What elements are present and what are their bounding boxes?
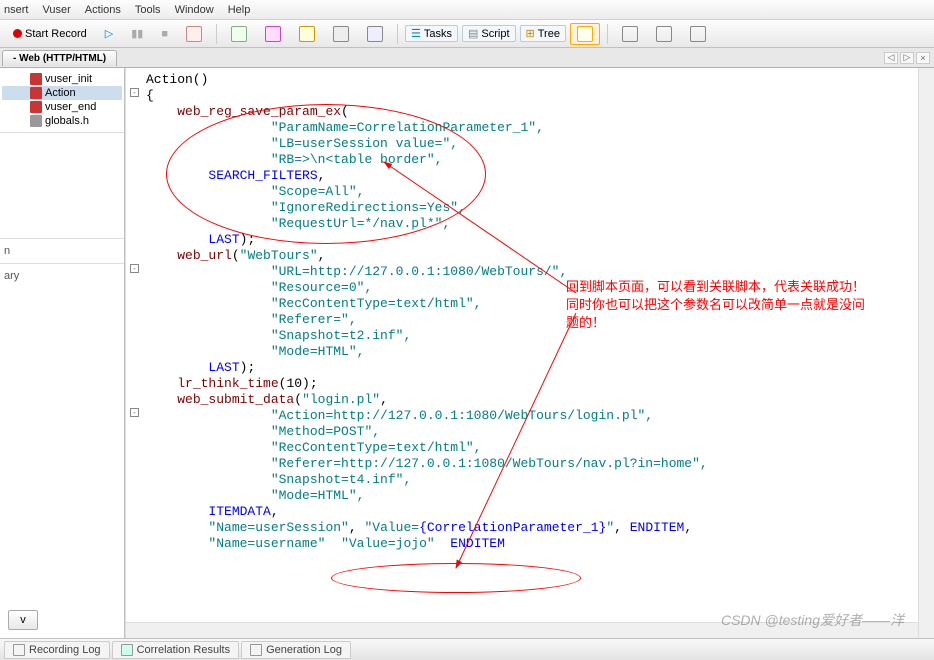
left-pane: vuser_init Action vuser_end globals.h n … xyxy=(0,68,125,638)
main-toolbar: Start Record ▷ ▮▮ ■ ☰Tasks ▤Script ⊞Tree xyxy=(0,20,934,48)
record-icon xyxy=(13,29,22,38)
pause-icon: ▮▮ xyxy=(131,27,143,40)
script-button[interactable]: ▤Script xyxy=(462,25,516,42)
play-icon: ▷ xyxy=(105,27,113,40)
toolbar-icon-4[interactable] xyxy=(292,23,322,45)
header-icon xyxy=(30,115,42,127)
work-area: vuser_init Action vuser_end globals.h n … xyxy=(0,68,934,638)
menu-insert[interactable]: nsert xyxy=(4,4,28,16)
code-editor[interactable]: - - - Action() { web_reg_save_param_ex( … xyxy=(125,68,934,638)
start-record-button[interactable]: Start Record xyxy=(6,23,94,45)
menu-actions[interactable]: Actions xyxy=(85,4,121,16)
toolbar-icon-1[interactable] xyxy=(179,23,209,45)
stop-button[interactable]: ■ xyxy=(154,23,175,45)
bottom-tab-bar: Recording Log Correlation Results Genera… xyxy=(0,638,934,660)
tree-button[interactable]: ⊞Tree xyxy=(520,25,566,42)
tree-item-label: Action xyxy=(45,87,76,99)
active-script-tab[interactable]: - Web (HTTP/HTML) xyxy=(2,50,117,66)
tab-label: Correlation Results xyxy=(137,644,231,656)
play-button[interactable]: ▷ xyxy=(98,23,120,45)
tree-label: Tree xyxy=(538,28,560,40)
annotation-line: 同时你也可以把这个参数名可以改简单一点就是没问 xyxy=(566,296,926,314)
tab-label: Recording Log xyxy=(29,644,101,656)
separator xyxy=(216,24,217,44)
tab-controls: ◁ ▷ × xyxy=(884,52,934,64)
menu-bar: nsert Vuser Actions Tools Window Help xyxy=(0,0,934,20)
toolbar-icon-7[interactable] xyxy=(615,23,645,45)
tree-globals[interactable]: globals.h xyxy=(2,114,122,128)
generation-log-tab[interactable]: Generation Log xyxy=(241,641,351,659)
side-section-n: n xyxy=(0,238,124,263)
pause-button[interactable]: ▮▮ xyxy=(124,23,150,45)
stop-icon: ■ xyxy=(161,28,168,40)
side-v-button[interactable]: v xyxy=(8,610,38,630)
toolbar-icon-6[interactable] xyxy=(360,23,390,45)
toolbar-icon-3[interactable] xyxy=(258,23,288,45)
tab-close-button[interactable]: × xyxy=(916,52,930,64)
script-tree: vuser_init Action vuser_end globals.h xyxy=(0,68,124,133)
menu-vuser[interactable]: Vuser xyxy=(42,4,70,16)
vertical-scrollbar[interactable] xyxy=(918,68,934,638)
tree-item-label: vuser_end xyxy=(45,101,96,113)
horizontal-scrollbar[interactable] xyxy=(126,622,918,638)
toolbar-icon-8[interactable] xyxy=(649,23,679,45)
log-icon xyxy=(250,644,262,656)
tree-vuser-end[interactable]: vuser_end xyxy=(2,100,122,114)
toolbar-icon-highlight[interactable] xyxy=(570,23,600,45)
side-section-ary: ary xyxy=(0,263,124,288)
tab-next-button[interactable]: ▷ xyxy=(900,52,914,64)
script-icon: ▤ xyxy=(468,27,478,40)
menu-window[interactable]: Window xyxy=(175,4,214,16)
script-icon xyxy=(30,101,42,113)
menu-tools[interactable]: Tools xyxy=(135,4,161,16)
separator xyxy=(397,24,398,44)
tree-action[interactable]: Action xyxy=(2,86,122,100)
log-icon xyxy=(13,644,25,656)
tree-item-label: vuser_init xyxy=(45,73,92,85)
tab-label: Generation Log xyxy=(266,644,342,656)
tasks-button[interactable]: ☰Tasks xyxy=(405,25,458,42)
start-record-label: Start Record xyxy=(25,28,87,40)
separator xyxy=(607,24,608,44)
script-icon xyxy=(30,87,42,99)
correlation-results-tab[interactable]: Correlation Results xyxy=(112,641,240,659)
correlation-icon xyxy=(121,644,133,656)
tree-item-label: globals.h xyxy=(45,115,89,127)
annotation-ellipse-2 xyxy=(331,563,581,593)
menu-help[interactable]: Help xyxy=(228,4,251,16)
script-label: Script xyxy=(481,28,509,40)
tree-vuser-init[interactable]: vuser_init xyxy=(2,72,122,86)
recording-log-tab[interactable]: Recording Log xyxy=(4,641,110,659)
annotation-line: 回到脚本页面，可以看到关联脚本，代表关联成功！ xyxy=(566,278,926,296)
document-tab-bar: - Web (HTTP/HTML) ◁ ▷ × xyxy=(0,48,934,68)
tab-prev-button[interactable]: ◁ xyxy=(884,52,898,64)
annotation-line: 题的！ xyxy=(566,314,926,332)
toolbar-icon-2[interactable] xyxy=(224,23,254,45)
toolbar-icon-5[interactable] xyxy=(326,23,356,45)
tree-icon: ⊞ xyxy=(526,27,535,40)
tasks-label: Tasks xyxy=(424,28,452,40)
toolbar-icon-9[interactable] xyxy=(683,23,713,45)
tasks-icon: ☰ xyxy=(411,27,421,40)
script-icon xyxy=(30,73,42,85)
annotation-text: 回到脚本页面，可以看到关联脚本，代表关联成功！ 同时你也可以把这个参数名可以改简… xyxy=(566,278,926,332)
